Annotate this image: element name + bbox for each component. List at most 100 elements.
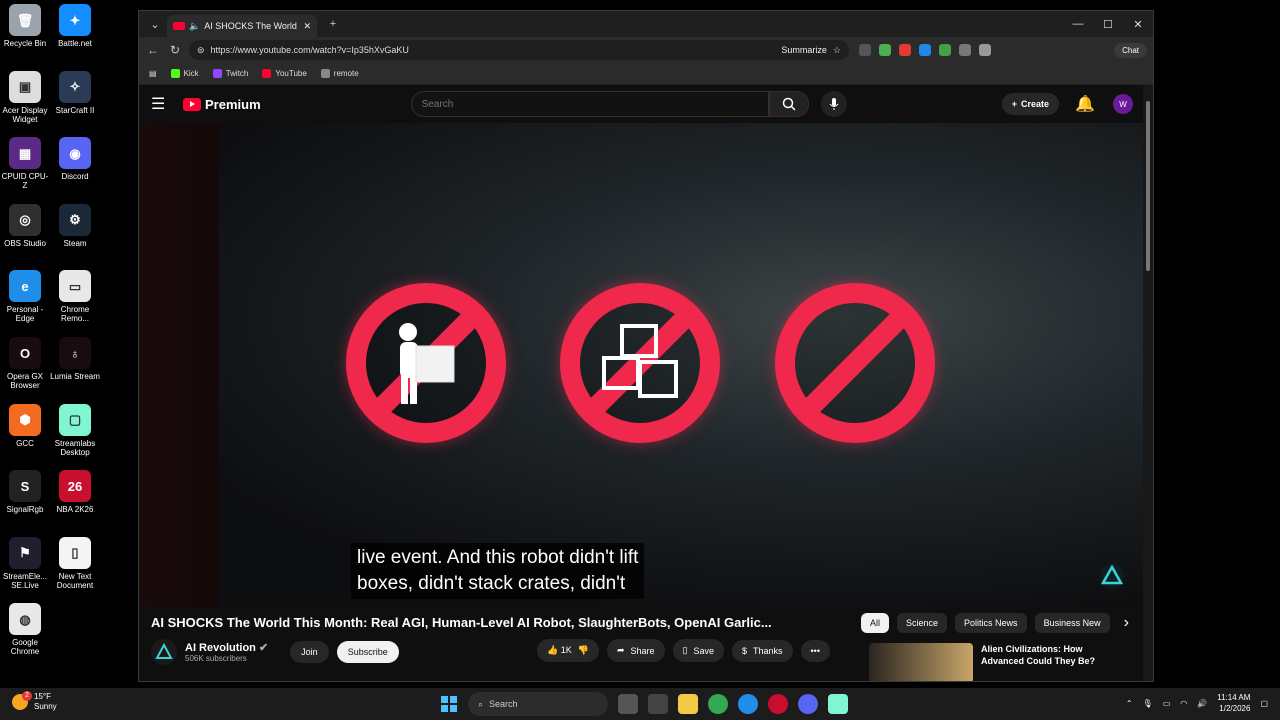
video-player[interactable]: live event. And this robot didn't lift b… <box>139 123 1145 607</box>
maximize-button[interactable]: ☐ <box>1093 18 1123 31</box>
desktop-icon-label: CPUID CPU-Z <box>1 172 49 191</box>
desktop-icon[interactable]: O Opera GX Browser <box>0 337 50 390</box>
new-tab-button[interactable]: + <box>321 14 345 34</box>
like-button[interactable]: 👍 1K <box>547 645 572 656</box>
wifi-icon[interactable]: ◠ <box>1180 699 1187 708</box>
refresh-icon[interactable]: ↻ <box>167 43 183 57</box>
chevron-up-icon[interactable]: ⌃ <box>1126 699 1133 708</box>
bookmark-item[interactable]: Kick <box>170 69 199 78</box>
summarize-button[interactable]: Summarize <box>781 45 827 55</box>
extension-icon[interactable] <box>879 44 891 56</box>
youtube-logo[interactable]: Premium <box>183 97 261 112</box>
desktop-icon[interactable]: ▢ Streamlabs Desktop <box>50 403 100 457</box>
task-view-icon[interactable] <box>618 694 638 714</box>
extension-icon[interactable] <box>919 44 931 56</box>
bookmark-item[interactable]: Twitch <box>212 69 248 78</box>
desktop-icon[interactable]: ✦ Battle.net <box>50 4 100 48</box>
weather-widget[interactable]: 2 15°F Sunny <box>12 691 57 712</box>
site-info-icon[interactable]: ⊜ <box>197 45 205 56</box>
bookmark-item[interactable]: YouTube <box>262 69 307 78</box>
edge-icon[interactable] <box>738 694 758 714</box>
notifications-bell-icon[interactable]: 🔔 <box>1075 94 1095 114</box>
microphone-icon[interactable]: 🎙 <box>1143 699 1153 708</box>
minimize-button[interactable]: — <box>1063 18 1093 31</box>
desktop-icon[interactable]: ♁ Lumia Stream <box>50 337 100 381</box>
app-icon: S <box>9 470 41 503</box>
notification-icon[interactable]: ▢ <box>1260 699 1268 708</box>
profile-icon[interactable] <box>979 44 991 56</box>
video-actions: 👍 1K 👎 ➦ Share ▯ Save $ Thanks ••• <box>537 639 830 662</box>
file-explorer-icon[interactable] <box>678 694 698 714</box>
streamlabs-icon[interactable] <box>828 694 848 714</box>
desktop-icon[interactable]: ◎ OBS Studio <box>0 203 50 248</box>
url-field[interactable]: ⊜ https://www.youtube.com/watch?v=Ip35hX… <box>189 40 849 60</box>
desktop-icon[interactable]: ⬢ GCC <box>0 403 50 448</box>
voice-search-button[interactable] <box>820 91 847 117</box>
chrome-icon[interactable] <box>708 694 728 714</box>
filter-chip[interactable]: All <box>861 613 890 633</box>
desktop-icon[interactable]: 🗑 Recycle Bin <box>0 4 50 48</box>
join-button[interactable]: Join <box>290 641 329 663</box>
avatar[interactable]: W <box>1113 94 1133 114</box>
desktop-icon[interactable]: ▣ Acer Display Widget <box>0 70 50 124</box>
search-input[interactable] <box>410 91 769 117</box>
chevron-right-icon[interactable]: › <box>1124 614 1129 632</box>
channel-watermark-icon[interactable] <box>1099 563 1125 594</box>
desktop-icon[interactable]: 26 NBA 2K26 <box>50 470 100 514</box>
close-window-button[interactable]: ✕ <box>1123 18 1153 31</box>
thanks-button[interactable]: $ Thanks <box>732 639 793 662</box>
menu-icon[interactable]: ☰ <box>151 94 177 114</box>
page-scrollbar[interactable] <box>1143 85 1153 681</box>
channel-name[interactable]: AI Revolution ✔ <box>185 641 268 654</box>
back-icon[interactable]: ← <box>145 43 161 57</box>
extension-icon[interactable] <box>959 44 971 56</box>
subscribe-button[interactable]: Subscribe <box>336 641 399 663</box>
filter-chip[interactable]: Politics News <box>955 613 1027 633</box>
recommended-title[interactable]: Alien Civilizations: How Advanced Could … <box>981 643 1121 681</box>
desktop-icon[interactable]: ⚙ Steam <box>50 203 100 248</box>
tab-youtube[interactable]: 🔈 AI SHOCKS The World This M ✕ <box>167 15 317 37</box>
speaker-icon[interactable]: 🔈 <box>189 21 200 32</box>
desktop-icon[interactable]: e Personal - Edge <box>0 270 50 323</box>
clock[interactable]: 11:14 AM 1/2/2026 <box>1217 692 1250 714</box>
recommended-thumbnail[interactable] <box>869 643 973 681</box>
more-actions-button[interactable]: ••• <box>800 639 830 662</box>
filter-chip[interactable]: Science <box>897 613 948 633</box>
share-button[interactable]: ➦ Share <box>606 639 665 662</box>
display-icon[interactable]: ▭ <box>1163 699 1171 708</box>
app-icon: ✦ <box>59 4 91 36</box>
discord-icon[interactable] <box>798 694 818 714</box>
extension-icon[interactable] <box>899 44 911 56</box>
volume-icon[interactable]: 🔊 <box>1197 699 1207 708</box>
close-tab-icon[interactable]: ✕ <box>303 21 311 32</box>
desktop-icon[interactable]: S SignalRgb <box>0 470 50 514</box>
desktop-icon[interactable]: ▯ New Text Document <box>50 536 100 590</box>
taskbar-search[interactable]: ⌕ Search <box>468 692 608 716</box>
desktop-icon[interactable]: ▭ Chrome Remo... <box>50 270 100 323</box>
copilot-chat-button[interactable]: Chat <box>1114 42 1147 58</box>
favorite-star-icon[interactable]: ☆ <box>833 45 841 56</box>
desktop-icon[interactable]: ◍ Google Chrome <box>0 603 50 656</box>
channel-avatar[interactable] <box>151 639 177 665</box>
scrollbar-thumb[interactable] <box>1146 101 1150 271</box>
extension-icon[interactable] <box>859 44 871 56</box>
save-button[interactable]: ▯ Save <box>672 639 724 662</box>
create-button[interactable]: + Create <box>1001 93 1059 115</box>
desktop-icon[interactable]: ▦ CPUID CPU-Z <box>0 137 50 190</box>
widgets-icon[interactable] <box>648 694 668 714</box>
desktop-icon[interactable]: ◉ Discord <box>50 137 100 181</box>
bookmark-item[interactable]: remote <box>320 69 359 78</box>
windows-start-icon[interactable] <box>440 695 458 713</box>
opera-gx-icon[interactable] <box>768 694 788 714</box>
tab-actions-icon[interactable]: ▤ <box>149 69 157 78</box>
recommended-video[interactable]: Alien Civilizations: How Advanced Could … <box>869 643 1139 681</box>
filter-chip[interactable]: Business New <box>1034 613 1110 633</box>
desktop-icon[interactable]: ✧ StarCraft II <box>50 70 100 115</box>
tab-list-button[interactable]: ⌄ <box>143 14 167 34</box>
dislike-icon[interactable]: 👎 <box>578 645 589 656</box>
desktop-icon[interactable]: ⚑ StreamEle... SE.Live <box>0 536 50 590</box>
extension-icon[interactable] <box>939 44 951 56</box>
plus-icon: + <box>1011 99 1017 109</box>
search-button[interactable] <box>768 91 809 117</box>
app-icon: O <box>9 337 41 369</box>
